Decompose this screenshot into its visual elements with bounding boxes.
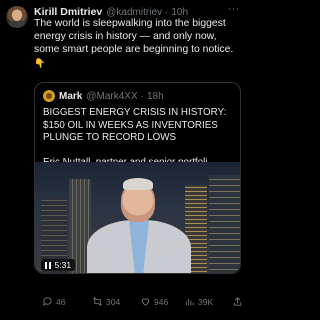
views-icon [185,298,194,306]
quoted-post-time: 18h [146,90,164,102]
quoted-author-name[interactable]: Mark [59,91,82,102]
tweet: Kirill Dmitriev @kadmitriev · 10h ··· Th… [0,0,248,320]
reply-icon [43,297,52,307]
views-button[interactable]: 39K [184,296,213,307]
quoted-author-avatar[interactable] [43,90,55,102]
quoted-tweet-header: Mark @Mark4XX · 18h [43,90,164,102]
quoted-tweet-text: BIGGEST ENERGY CRISIS IN HISTORY: $150 O… [43,107,235,169]
heart-icon [141,298,150,306]
quoted-author-handle[interactable]: @Mark4XX [86,91,137,102]
pointing-down-emoji: 👇 [34,58,46,68]
tweet-actions: 46 304 946 39K [0,296,248,310]
retweet-icon [93,297,102,306]
reply-count: 46 [56,296,66,307]
views-count: 39K [198,296,214,307]
video-player[interactable]: 5:31 [35,162,240,273]
author-handle[interactable]: @kadmitriev [106,7,162,18]
author-avatar[interactable] [6,6,28,28]
retweet-count: 304 [106,296,121,307]
tweet-text: The world is sleepwalking into the bigge… [34,17,240,70]
video-duration-badge[interactable]: 5:31 [41,259,76,271]
like-button[interactable]: 946 [140,296,168,307]
tweet-body: The world is sleepwalking into the bigge… [34,18,234,55]
video-duration: 5:31 [54,260,72,270]
more-options-icon[interactable]: ··· [228,3,241,15]
reply-button[interactable]: 46 [42,296,65,307]
pause-icon[interactable] [45,261,51,269]
post-time[interactable]: 10h [171,7,188,18]
video-building [209,175,240,273]
share-icon [233,297,242,306]
retweet-button[interactable]: 304 [92,296,120,307]
like-count: 946 [154,296,169,307]
share-button[interactable] [232,296,246,307]
quoted-tweet[interactable]: Mark @Mark4XX · 18h BIGGEST ENERGY CRISI… [34,82,241,274]
quoted-headline: BIGGEST ENERGY CRISIS IN HISTORY: $150 O… [43,107,227,144]
